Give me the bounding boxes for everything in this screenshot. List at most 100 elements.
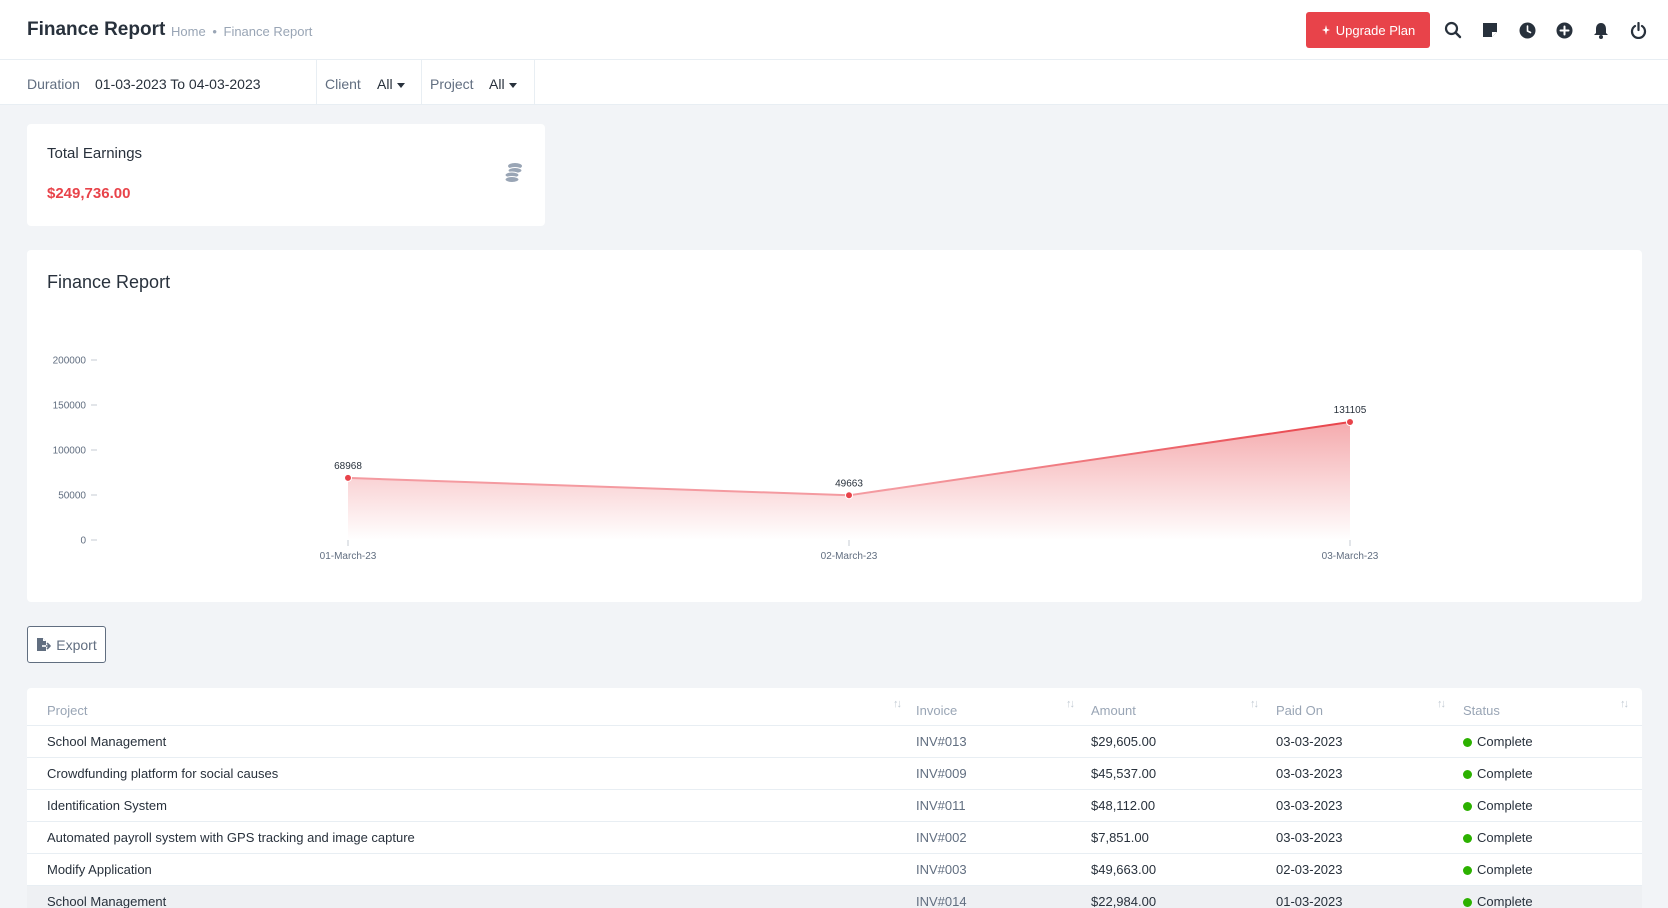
page-title: Finance Report	[27, 19, 166, 40]
table-row[interactable]: School Management INV#014 $22,984.00 01-03-…	[27, 886, 1642, 908]
duration-picker[interactable]: 01-03-2023 To 04-03-2023	[95, 76, 261, 92]
finance-area-chart: 0 50000 100000 150000 200000 68968 01-March-23…	[53, 356, 1379, 563]
chevron-down-icon	[396, 82, 405, 88]
plus-circle-icon[interactable]	[1554, 20, 1574, 40]
coins-icon	[503, 162, 523, 189]
breadcrumb-separator: •	[212, 24, 217, 39]
status-text: Complete	[1477, 830, 1533, 845]
sparkle-icon	[1321, 25, 1330, 35]
project-select[interactable]: All	[489, 76, 517, 92]
cell-project: Crowdfunding platform for social causes	[47, 766, 279, 781]
cell-status: Complete	[1463, 830, 1533, 845]
cell-amount: $49,663.00	[1091, 862, 1157, 877]
status-dot-icon	[1463, 866, 1472, 875]
column-header-project[interactable]: Project	[47, 703, 87, 718]
data-point	[344, 473, 352, 482]
upgrade-plan-label: Upgrade Plan	[1335, 22, 1416, 38]
y-tick-label: 150000	[53, 401, 87, 412]
status-text: Complete	[1477, 894, 1533, 908]
filter-divider	[421, 60, 422, 105]
y-tick-label: 0	[80, 536, 86, 547]
table-row[interactable]: Crowdfunding platform for social causes I…	[27, 758, 1642, 790]
cell-project: School Management	[47, 734, 167, 749]
cell-amount: $48,112.00	[1091, 798, 1156, 813]
data-point	[1346, 418, 1354, 427]
breadcrumb: Home • Finance Report	[171, 24, 312, 39]
bell-icon[interactable]	[1591, 20, 1611, 40]
client-select[interactable]: All	[377, 76, 405, 92]
total-earnings-value: $249,736.00	[47, 185, 131, 202]
cell-status: Complete	[1463, 766, 1533, 781]
cell-project: School Management	[47, 894, 167, 908]
project-select-value: All	[489, 76, 505, 92]
status-dot-icon	[1463, 834, 1472, 843]
cell-invoice: INV#002	[916, 830, 967, 845]
column-header-paid-on[interactable]: Paid On	[1276, 703, 1323, 718]
status-text: Complete	[1477, 798, 1533, 813]
cell-status: Complete	[1463, 894, 1533, 908]
table-row[interactable]: School Management INV#013 $29,605.00 03-03-…	[27, 726, 1642, 758]
sort-icon[interactable]: ↑↓	[1620, 698, 1629, 710]
cell-paid-on: 03-03-2023	[1276, 798, 1343, 813]
sticky-note-icon[interactable]	[1480, 20, 1500, 40]
table-row[interactable]: Automated payroll system with GPS tracki…	[27, 822, 1642, 854]
column-header-invoice[interactable]: Invoice	[916, 703, 957, 718]
data-point	[845, 491, 853, 500]
status-dot-icon	[1463, 898, 1472, 907]
table-row[interactable]: Modify Application INV#003 $49,663.00 02-03…	[27, 854, 1642, 886]
status-dot-icon	[1463, 770, 1472, 779]
column-header-status[interactable]: Status	[1463, 703, 1500, 718]
cell-paid-on: 02-03-2023	[1276, 862, 1343, 877]
cell-invoice: INV#013	[916, 734, 967, 749]
data-label: 131105	[1334, 405, 1367, 416]
y-tick-label: 200000	[53, 356, 87, 367]
duration-label: Duration	[27, 76, 80, 92]
status-text: Complete	[1477, 862, 1533, 877]
power-icon[interactable]	[1628, 20, 1648, 40]
status-dot-icon	[1463, 738, 1472, 747]
cell-invoice: INV#014	[916, 894, 967, 908]
sort-icon[interactable]: ↑↓	[1250, 698, 1259, 710]
cell-amount: $29,605.00	[1091, 734, 1157, 749]
cell-paid-on: 03-03-2023	[1276, 766, 1343, 781]
cell-invoice: INV#011	[916, 798, 966, 813]
cell-project: Identification System	[47, 798, 167, 813]
search-icon[interactable]	[1443, 20, 1463, 40]
chevron-down-icon	[508, 82, 517, 88]
table-row[interactable]: Identification System INV#011 $48,112.00 03…	[27, 790, 1642, 822]
finance-table: Project ↑↓ Invoice ↑↓ Amount ↑↓ Paid On …	[27, 688, 1642, 908]
total-earnings-card: Total Earnings $249,736.00	[27, 124, 545, 226]
export-button[interactable]: Export	[27, 626, 106, 663]
cell-amount: $45,537.00	[1091, 766, 1157, 781]
cell-invoice: INV#003	[916, 862, 967, 877]
cell-paid-on: 01-03-2023	[1276, 894, 1343, 908]
cell-status: Complete	[1463, 734, 1533, 749]
upgrade-plan-button[interactable]: Upgrade Plan	[1306, 12, 1430, 48]
data-label: 49663	[835, 478, 863, 489]
x-tick-label: 02-March-23	[821, 551, 878, 562]
sort-icon[interactable]: ↑↓	[893, 698, 902, 710]
clock-icon[interactable]	[1517, 20, 1537, 40]
filter-divider	[534, 60, 535, 105]
project-label: Project	[430, 76, 474, 92]
status-text: Complete	[1477, 734, 1533, 749]
y-tick-label: 100000	[53, 446, 87, 457]
data-label: 68968	[334, 461, 362, 472]
file-export-icon	[37, 638, 52, 651]
sort-icon[interactable]: ↑↓	[1437, 698, 1446, 710]
cell-amount: $7,851.00	[1091, 830, 1149, 845]
sort-icon[interactable]: ↑↓	[1066, 698, 1075, 710]
cell-status: Complete	[1463, 862, 1533, 877]
cell-status: Complete	[1463, 798, 1533, 813]
filter-bar: Duration 01-03-2023 To 04-03-2023 Client…	[0, 60, 1668, 105]
cell-paid-on: 03-03-2023	[1276, 830, 1343, 845]
breadcrumb-current: Finance Report	[223, 24, 313, 39]
breadcrumb-home[interactable]: Home	[171, 24, 206, 39]
cell-paid-on: 03-03-2023	[1276, 734, 1343, 749]
cell-amount: $22,984.00	[1091, 894, 1157, 908]
client-select-value: All	[377, 76, 393, 92]
column-header-amount[interactable]: Amount	[1091, 703, 1136, 718]
y-tick-label: 50000	[58, 491, 86, 502]
top-bar: Finance Report Home • Finance Report Upg…	[0, 0, 1668, 60]
cell-project: Modify Application	[47, 862, 152, 877]
